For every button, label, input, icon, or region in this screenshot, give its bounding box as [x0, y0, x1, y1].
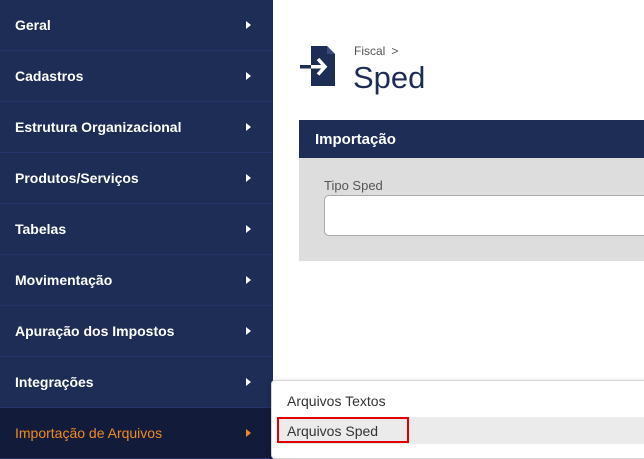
sidebar-item-label: Estrutura Organizacional — [15, 119, 182, 135]
sidebar-item-integracoes[interactable]: Integrações — [0, 357, 273, 408]
import-panel: Importação Tipo Sped — [299, 120, 644, 261]
sidebar-item-label: Importação de Arquivos — [15, 425, 163, 441]
sidebar-item-produtos-servicos[interactable]: Produtos/Serviços — [0, 153, 273, 204]
sidebar-item-cadastros[interactable]: Cadastros — [0, 51, 273, 102]
file-import-icon — [299, 44, 339, 88]
sidebar-item-apuracao-dos-impostos[interactable]: Apuração dos Impostos — [0, 306, 273, 357]
chevron-right-icon — [246, 123, 251, 131]
chevron-right-icon — [246, 378, 251, 386]
panel-header: Importação — [299, 120, 644, 158]
sidebar-item-label: Tabelas — [15, 221, 67, 237]
sidebar-item-label: Integrações — [15, 374, 94, 390]
sidebar-item-movimentacao[interactable]: Movimentação — [0, 255, 273, 306]
breadcrumb: Fiscal > — [354, 44, 398, 58]
sidebar-item-label: Movimentação — [15, 272, 113, 288]
sidebar-menu: Geral Cadastros Estrutura Organizacional… — [0, 0, 273, 459]
page-title: Sped — [353, 60, 426, 95]
chevron-right-icon — [246, 429, 251, 437]
submenu-item-arquivos-textos[interactable]: Arquivos Textos — [278, 387, 644, 414]
chevron-right-icon — [246, 327, 251, 335]
chevron-right-icon — [246, 174, 251, 182]
submenu-flyout: Arquivos Textos Arquivos Sped — [271, 380, 644, 459]
breadcrumb-item-fiscal[interactable]: Fiscal — [354, 44, 385, 58]
sidebar-item-label: Apuração dos Impostos — [15, 323, 175, 339]
tipo-sped-label: Tipo Sped — [324, 178, 383, 193]
sidebar-item-geral[interactable]: Geral — [0, 0, 273, 51]
chevron-right-icon — [246, 225, 251, 233]
sidebar-item-label: Cadastros — [15, 68, 84, 84]
breadcrumb-separator: > — [391, 44, 399, 58]
sidebar-item-label: Geral — [15, 17, 51, 33]
submenu-item-label: Arquivos Sped — [287, 422, 379, 439]
submenu-item-arquivos-sped[interactable]: Arquivos Sped — [278, 417, 644, 444]
sidebar-item-estrutura-organizacional[interactable]: Estrutura Organizacional — [0, 102, 273, 153]
sidebar-item-importacao-de-arquivos[interactable]: Importação de Arquivos — [0, 408, 273, 459]
sidebar-item-tabelas[interactable]: Tabelas — [0, 204, 273, 255]
chevron-right-icon — [246, 276, 251, 284]
sidebar-item-label: Produtos/Serviços — [15, 170, 139, 186]
tipo-sped-select[interactable] — [324, 195, 644, 236]
chevron-right-icon — [246, 21, 251, 29]
chevron-right-icon — [246, 72, 251, 80]
panel-title: Importação — [315, 130, 396, 148]
submenu-item-label: Arquivos Textos — [287, 392, 386, 409]
